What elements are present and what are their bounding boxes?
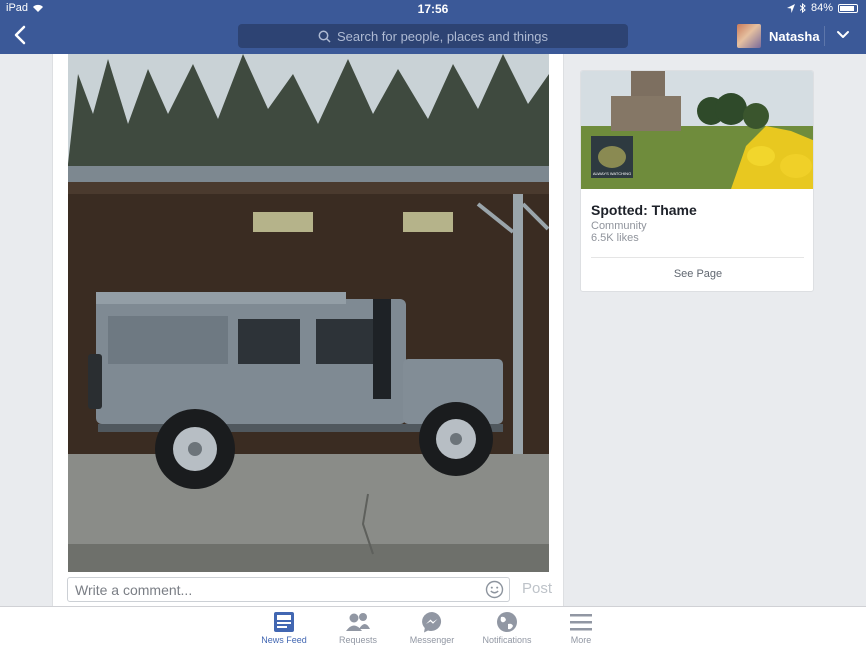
avatar bbox=[737, 24, 761, 48]
user-name: Natasha bbox=[769, 28, 820, 44]
badge-text: ALWAYS WATCHING bbox=[593, 171, 631, 176]
location-icon bbox=[786, 3, 795, 13]
post-comment-button[interactable]: Post bbox=[522, 580, 552, 597]
tab-label: Notifications bbox=[482, 635, 532, 645]
battery-percent: 84% bbox=[810, 2, 833, 14]
bottom-tab-bar: News Feed Requests Messenger Notificatio… bbox=[0, 606, 866, 649]
status-bar: iPad 17:56 84% bbox=[0, 0, 866, 18]
see-page-button[interactable]: See Page bbox=[581, 268, 813, 280]
profile-link[interactable]: Natasha bbox=[737, 24, 820, 48]
back-chevron-icon[interactable] bbox=[10, 24, 32, 46]
page-meta: Community 6.5K likes bbox=[591, 220, 647, 244]
page-name[interactable]: Spotted: Thame bbox=[591, 202, 697, 218]
battery-icon bbox=[838, 3, 858, 13]
thame-cover-illustration: ALWAYS WATCHING bbox=[581, 71, 813, 189]
tab-label: More bbox=[570, 635, 592, 645]
bluetooth-icon bbox=[799, 3, 806, 13]
top-bar: iPad 17:56 84% Search for people, places… bbox=[0, 0, 866, 54]
tab-label: Messenger bbox=[409, 635, 455, 645]
messenger-icon bbox=[422, 612, 442, 633]
page-cover-photo[interactable]: ALWAYS WATCHING bbox=[581, 71, 813, 189]
friend-requests-icon bbox=[346, 613, 370, 631]
page-likes: 6.5K likes bbox=[591, 232, 639, 244]
comment-input[interactable]: Write a comment... bbox=[67, 577, 510, 602]
search-icon bbox=[318, 30, 331, 43]
chevron-down-icon[interactable] bbox=[835, 27, 851, 43]
tab-notifications[interactable]: Notifications bbox=[472, 611, 542, 645]
news-feed-icon bbox=[274, 612, 294, 632]
page-suggestion-card: ALWAYS WATCHING Spotted: Thame Community… bbox=[580, 70, 814, 292]
tab-news-feed[interactable]: News Feed bbox=[249, 611, 319, 645]
divider bbox=[591, 257, 804, 258]
nav-divider bbox=[824, 26, 825, 46]
tab-label: Requests bbox=[338, 635, 378, 645]
feed-post: Write a comment... Post bbox=[52, 54, 564, 606]
tab-label: News Feed bbox=[261, 635, 307, 645]
landrover-photo-illustration bbox=[68, 54, 549, 572]
tab-more[interactable]: More bbox=[546, 611, 616, 645]
clock: 17:56 bbox=[417, 2, 449, 16]
hamburger-icon bbox=[570, 614, 592, 631]
comment-composer: Write a comment... Post bbox=[67, 577, 557, 603]
search-bar[interactable]: Search for people, places and things bbox=[238, 24, 628, 48]
page-category: Community bbox=[591, 220, 647, 232]
tab-messenger[interactable]: Messenger bbox=[397, 611, 467, 645]
tab-requests[interactable]: Requests bbox=[323, 611, 393, 645]
emoji-icon[interactable] bbox=[485, 580, 504, 599]
search-placeholder: Search for people, places and things bbox=[336, 28, 549, 44]
comment-placeholder: Write a comment... bbox=[75, 582, 193, 598]
post-photo[interactable] bbox=[68, 54, 549, 572]
globe-icon bbox=[497, 612, 517, 632]
